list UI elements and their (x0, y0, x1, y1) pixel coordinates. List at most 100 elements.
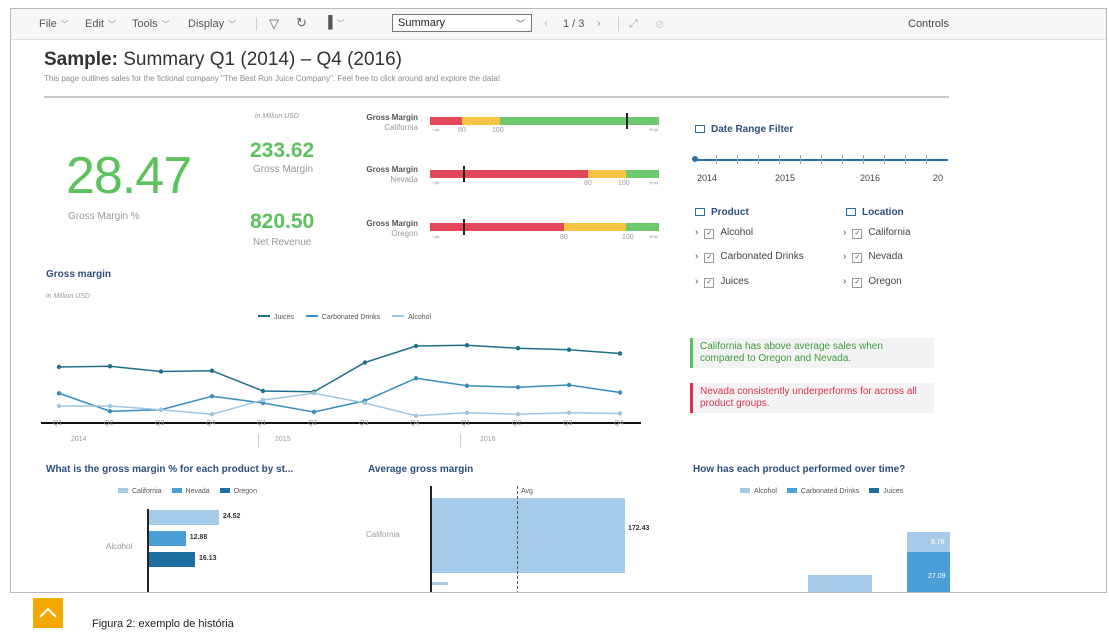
stacked-bar-segment[interactable] (808, 575, 872, 592)
data-point[interactable] (413, 376, 419, 381)
bullet-location: California (384, 123, 418, 132)
data-point[interactable] (260, 388, 266, 394)
refresh-icon[interactable]: ↻ (296, 15, 307, 31)
filter-icon[interactable]: ▽ (269, 16, 279, 32)
data-point[interactable] (158, 369, 164, 374)
gross-margin-pct-label: Gross Margin % (68, 211, 140, 222)
chevron-right-icon[interactable]: › (695, 227, 698, 238)
product-filter-carbonated[interactable]: › ✓ Carbonated Drinks (695, 251, 804, 263)
data-point[interactable] (566, 347, 572, 352)
data-point[interactable] (413, 343, 419, 349)
data-point[interactable] (107, 364, 113, 369)
prev-page-icon[interactable]: ‹ (544, 18, 548, 30)
check-circle-icon[interactable]: ⊘ (655, 18, 664, 31)
data-point[interactable] (56, 391, 62, 396)
legend-swatch (786, 488, 797, 493)
data-point[interactable] (107, 409, 113, 414)
bullet-title: Gross Margin (366, 165, 418, 174)
data-point[interactable] (209, 394, 215, 399)
chevron-up-icon (39, 607, 57, 618)
legend-swatch (258, 315, 270, 317)
series-line-juices[interactable] (58, 344, 621, 393)
chevron-right-icon[interactable]: › (843, 251, 846, 262)
checkbox[interactable]: ✓ (704, 229, 715, 239)
data-point[interactable] (566, 382, 572, 388)
data-point[interactable] (566, 410, 572, 415)
chevron-right-icon[interactable]: › (695, 251, 698, 262)
data-point[interactable] (158, 407, 164, 412)
bar-value-label: 24.52 (222, 513, 241, 520)
data-point[interactable] (515, 412, 521, 417)
data-point[interactable] (515, 346, 521, 351)
data-point[interactable] (464, 410, 470, 415)
product-filter-alcohol[interactable]: › ✓ Alcohol (695, 227, 753, 239)
location-filter-nevada[interactable]: › ✓ Nevada (843, 251, 903, 263)
data-point[interactable] (311, 409, 317, 415)
checkbox[interactable]: ✓ (704, 278, 715, 288)
checkbox[interactable]: ✓ (852, 253, 863, 263)
quarter-tick-label: Q1 (53, 420, 63, 427)
california-average-bar[interactable] (432, 498, 625, 573)
scroll-top-button[interactable] (33, 598, 63, 628)
data-point[interactable] (617, 351, 623, 356)
data-point[interactable] (515, 385, 521, 390)
fullscreen-icon[interactable]: ⤢ (629, 18, 638, 31)
legend-item-alcohol[interactable]: Alcohol (392, 314, 431, 321)
location-filter-california[interactable]: › ✓ California (843, 227, 911, 239)
legend-label: Alcohol (408, 314, 432, 321)
edit-menu[interactable]: Edit ﹀ (85, 18, 116, 30)
data-point[interactable] (413, 413, 419, 418)
bar-oregon[interactable] (149, 552, 195, 567)
series-line-carbonated-drinks[interactable] (58, 377, 621, 413)
data-point[interactable] (464, 383, 470, 388)
data-point[interactable] (464, 343, 470, 348)
slider-handle[interactable] (692, 156, 698, 162)
data-point[interactable] (56, 403, 62, 409)
chevron-right-icon[interactable]: › (695, 276, 698, 287)
data-point[interactable] (107, 403, 113, 409)
bar-california[interactable] (149, 510, 219, 525)
legend-item-carbonated[interactable]: Carbonated Drinks (305, 314, 380, 321)
page-select[interactable]: Summary ﹀ (392, 14, 532, 32)
checkbox[interactable]: ✓ (852, 278, 863, 288)
controls-button[interactable]: Controls (908, 18, 949, 30)
bookmark-icon[interactable]: ▐ ﹀ (324, 15, 345, 29)
location-filter-oregon[interactable]: › ✓ Oregon (843, 276, 902, 288)
display-menu[interactable]: Display ﹀ (188, 18, 236, 30)
chevron-right-icon[interactable]: › (843, 276, 846, 287)
data-point[interactable] (56, 364, 62, 370)
data-point[interactable] (362, 360, 368, 365)
tools-menu[interactable]: Tools ﹀ (132, 18, 170, 30)
data-point[interactable] (617, 390, 623, 395)
location-filter-title[interactable]: Location (846, 207, 904, 218)
date-range-filter-title[interactable]: Date Range Filter (695, 124, 793, 135)
year-label: 2014 (697, 173, 718, 183)
legend-item-nevada[interactable]: Nevada (171, 488, 210, 495)
data-point[interactable] (209, 368, 215, 373)
file-menu[interactable]: File ﹀ (39, 18, 69, 30)
legend-item-oregon[interactable]: Oregon (219, 488, 257, 495)
bar-value-label: 12.88 (189, 534, 208, 541)
checkbox[interactable]: ✓ (852, 229, 863, 239)
data-point[interactable] (260, 397, 266, 403)
next-average-bar[interactable] (432, 582, 448, 585)
line-chart-legend: Juices Carbonated Drinks Alcohol (258, 314, 431, 321)
series-line-alcohol[interactable] (59, 392, 621, 417)
legend-item-juices[interactable]: Juices (869, 488, 903, 495)
product-filter-title[interactable]: Product (695, 207, 749, 218)
chevron-right-icon[interactable]: › (843, 227, 846, 238)
legend-item-alcohol[interactable]: Alcohol (740, 488, 777, 495)
gross-margin-line-chart[interactable] (41, 334, 681, 446)
data-point[interactable] (617, 411, 623, 416)
legend-item-carbonated[interactable]: Carbonated Drinks (786, 488, 859, 495)
data-point[interactable] (362, 400, 368, 406)
product-filter-juices[interactable]: › ✓ Juices (695, 276, 749, 288)
next-page-icon[interactable]: › (597, 18, 601, 30)
data-point[interactable] (209, 412, 215, 417)
legend-item-juices[interactable]: Juices (258, 314, 294, 321)
data-point[interactable] (311, 391, 317, 396)
legend-item-california[interactable]: California (118, 488, 162, 495)
checkbox[interactable]: ✓ (704, 253, 715, 263)
bar-nevada[interactable] (149, 531, 186, 546)
average-reference-line (517, 486, 518, 592)
